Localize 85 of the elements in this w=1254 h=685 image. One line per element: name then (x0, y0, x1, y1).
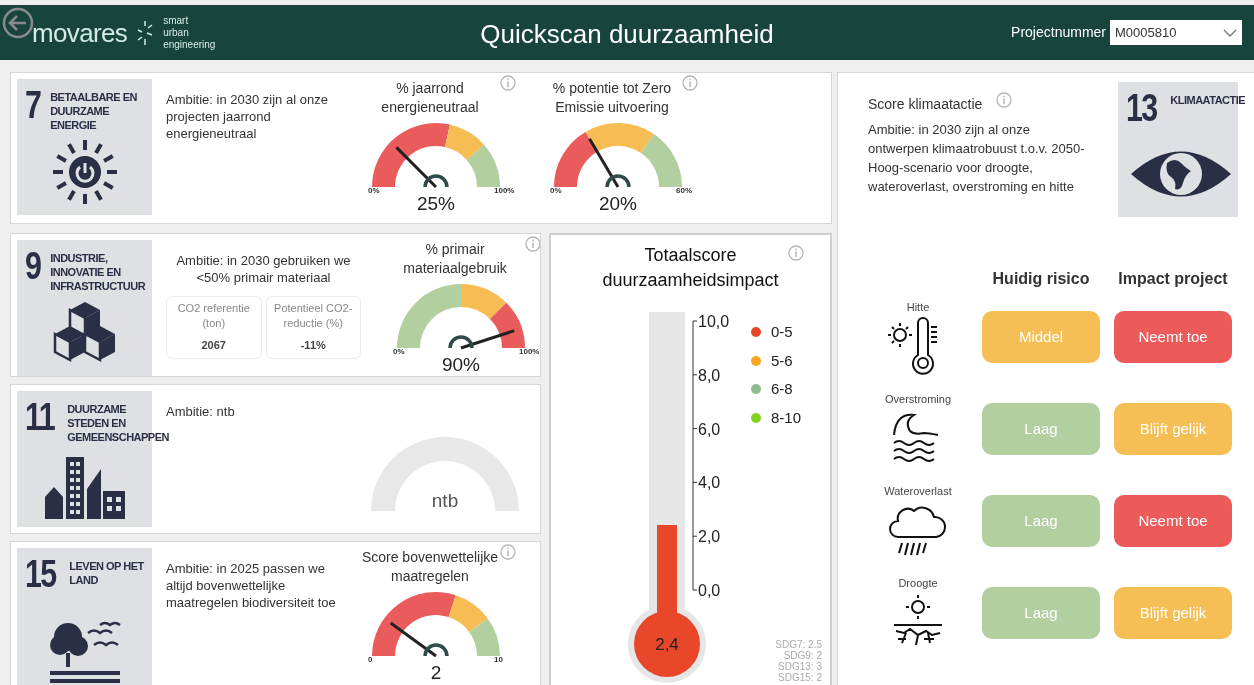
risk-badge: Laag (982, 587, 1100, 639)
gauge-title: % potentie tot Zero Emissie uitvoering (551, 79, 673, 117)
info-icon (682, 75, 698, 91)
sdg-number: 15 (25, 556, 56, 592)
project-label: Projectnummer (1011, 23, 1106, 42)
risk-label: Droogte (898, 575, 938, 591)
info-icon (500, 75, 516, 91)
info-icon (525, 236, 540, 252)
axis-tick-label: 10,0 (698, 313, 730, 330)
gauge-title: % primair materiaalgebruik (402, 240, 508, 278)
gauge-value: 90% (442, 354, 480, 374)
axis-tick-label: 2,0 (698, 528, 721, 546)
ambition-text: Ambitie: in 2025 passen we altijd bovenwettelijke maatregelen biodiversiteit toe (166, 560, 336, 611)
risk-badge: Laag (982, 495, 1100, 547)
gauge-value: 25% (417, 193, 455, 213)
stat-label: Potentieel CO2-reductie (%) (273, 301, 354, 331)
gauge-needle (389, 621, 449, 658)
gauge-title: % jaarrond energieneutraal (380, 79, 480, 117)
risk-label: Hitte (906, 299, 930, 315)
caret-icon (1223, 28, 1237, 37)
ambition-text: Ambitie: ntb (166, 403, 236, 420)
legend-label: 8-10 (771, 407, 802, 428)
gauge-needle (448, 329, 515, 350)
info-icon (996, 92, 1013, 108)
gauge-max-label: 60% (676, 186, 692, 195)
sdg-goal-title: INDUSTRIE, INNOVATIE EN INFRASTRUCTUUR (50, 251, 146, 293)
score-breakdown-text: SDG13: 3 (778, 661, 822, 672)
ambition-text: Ambitie: in 2030 zijn al onze ontwerpen klimaatrobuust t.o.v. 2050-Hoog-scenario voor droogte, wateroverlast, overstroming en hitte (868, 121, 1086, 196)
score-breakdown-text: SDG7: 2.5 (775, 639, 822, 650)
column-header: Impact project (1117, 269, 1229, 289)
legend-label: 0-5 (771, 322, 793, 342)
logo-text: movares (32, 19, 128, 46)
stat-value: 2067 (201, 338, 226, 353)
gauge-min-label: 0 (368, 655, 373, 664)
gauge-max-label: 100% (519, 347, 540, 356)
sdg-number: 11 (25, 399, 54, 435)
climate-title: Score klimaatactie (868, 95, 983, 114)
gauge-needle (588, 138, 631, 188)
gauge-needle (395, 146, 449, 189)
ambition-text: Ambitie: in 2030 gebruiken we <50% primair materiaal (175, 252, 352, 286)
legend-label: 5-6 (771, 350, 793, 371)
thermometer-value: 2,4 (654, 634, 680, 656)
legend-label: 6-8 (771, 379, 793, 399)
sdg-number: 9 (25, 248, 41, 284)
gauge-value: ntb (431, 490, 459, 511)
page-title: Quickscan duurzaamheid (480, 18, 774, 51)
sdg-number: 13 (1126, 90, 1157, 126)
sdg-goal-title: BETAALBARE EN DUURZAME ENERGIE (50, 90, 138, 132)
gauge-min-label: 0% (368, 186, 380, 195)
gauge-min-label: 0% (550, 186, 562, 195)
impact-badge: Neemt toe (1114, 311, 1232, 363)
risk-label: Overstroming (885, 391, 951, 407)
sdg-goal-title: KLIMAATACTIE (1170, 93, 1246, 107)
axis-tick-label: 4,0 (698, 474, 721, 492)
axis-tick-label: 8,0 (698, 366, 721, 384)
info-icon (788, 245, 804, 261)
project-dropdown[interactable]: M0005810 (1110, 20, 1242, 45)
impact-badge: Blijft gelijk (1114, 403, 1232, 455)
gauge-min-label: 0% (393, 347, 405, 356)
axis-tick-label: 6,0 (698, 420, 721, 438)
gauge-value: 2 (430, 662, 442, 682)
score-breakdown-text: SDG9: 2 (783, 650, 822, 661)
column-header: Huidig risico (991, 269, 1091, 289)
gauge-max-label: 100% (494, 186, 515, 195)
gauge-max-label: 10 (494, 655, 503, 664)
sdg-goal-title: LEVEN OP HET LAND (69, 559, 144, 587)
gauge-title: Score bovenwettelijke maatregelen (360, 548, 500, 586)
risk-badge: Middel (982, 311, 1100, 363)
ambition-text: Ambitie: in 2030 zijn al onze projecten jaarrond energieneutraal (166, 91, 329, 142)
tagline-text: smart (163, 14, 190, 27)
risk-label: Wateroverlast (884, 483, 952, 499)
thermometer-fill (657, 525, 677, 590)
tagline-text: urban (163, 26, 190, 39)
score-title: Totaalscore duurzaamheidsimpact (601, 244, 780, 292)
stat-label: CO2 referentie (ton) (176, 301, 251, 331)
tagline-text: engineering (163, 38, 216, 51)
risk-badge: Laag (982, 403, 1100, 455)
info-icon (500, 544, 516, 560)
axis-tick-label: 0,0 (698, 582, 721, 599)
stat-value: -11% (300, 338, 326, 353)
impact-badge: Neemt toe (1114, 495, 1232, 547)
sdg-number: 7 (25, 87, 41, 123)
impact-badge: Blijft gelijk (1114, 587, 1232, 639)
gauge-value: 20% (599, 193, 637, 213)
score-breakdown-text: SDG15: 2 (778, 672, 822, 683)
